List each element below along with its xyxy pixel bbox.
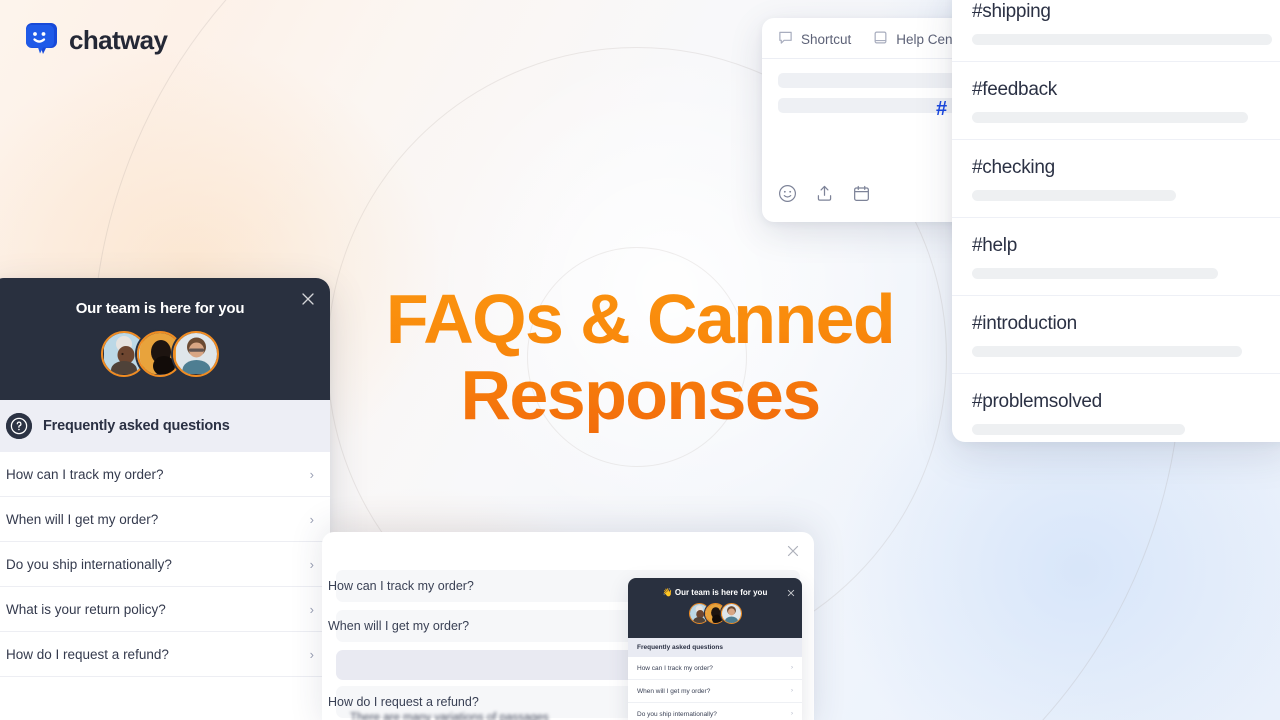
chat-bubble-smiley-icon <box>24 22 58 58</box>
canned-response-tag: #feedback <box>972 79 1057 100</box>
canned-response-body-placeholder <box>972 112 1248 123</box>
close-icon[interactable] <box>786 544 800 558</box>
brand-name: chatway <box>69 24 168 55</box>
close-icon[interactable] <box>787 584 795 597</box>
chat-widget-preview-title: 👋 Our team is here for you <box>662 588 768 597</box>
chat-widget-header: Our team is here for you <box>0 278 330 400</box>
faq-item-label: When will I get my order? <box>637 687 711 695</box>
team-avatars <box>0 331 330 377</box>
chevron-right-icon: › <box>309 556 314 572</box>
book-icon <box>873 30 888 48</box>
chevron-right-icon: › <box>309 646 314 662</box>
question-circle-icon <box>6 413 32 439</box>
faq-item-label: When will I get my order? <box>6 511 159 527</box>
canned-response-tag: #introduction <box>972 313 1077 334</box>
canned-response-body-placeholder <box>972 34 1272 45</box>
page-title: FAQs & Canned Responses <box>350 282 930 433</box>
calendar-icon[interactable] <box>852 184 871 208</box>
faq-list-item-preview[interactable]: How can I track my order? › <box>628 657 802 680</box>
faq-list-item[interactable]: Do you ship internationally? › <box>0 542 330 587</box>
team-avatars-preview <box>628 603 802 624</box>
faq-list-item-preview[interactable]: Do you ship internationally? › <box>628 703 802 720</box>
canned-response-item[interactable]: #shipping <box>952 0 1280 62</box>
faq-item-label: What is your return policy? <box>6 601 166 617</box>
canned-response-item[interactable]: #checking <box>952 140 1280 218</box>
chevron-right-icon: › <box>791 665 793 671</box>
faq-item-label: How can I track my order? <box>637 664 713 672</box>
composer-typed-row: # <box>778 98 954 119</box>
avatar <box>173 331 219 377</box>
page-title-line-2: Responses <box>460 355 820 434</box>
faq-item-label: How do I request a refund? <box>6 646 169 662</box>
faq-manager-row-label: How can I track my order? <box>328 579 474 593</box>
faq-item-label: Do you ship internationally? <box>6 556 172 572</box>
page-canvas: chatway FAQs & Canned Responses Shortcut <box>0 0 1280 720</box>
canned-response-item[interactable]: #introduction <box>952 296 1280 374</box>
close-icon[interactable] <box>300 291 316 307</box>
canned-responses-panel: #shipping #feedback #checking #help #int… <box>952 0 1280 442</box>
chevron-right-icon: › <box>791 711 793 717</box>
faq-manager-row-label: When will I get my order? <box>328 619 470 633</box>
canned-response-body-placeholder <box>972 346 1242 357</box>
hash-trigger-text: # <box>936 97 948 120</box>
chat-widget-title: Our team is here for you <box>75 300 245 317</box>
emoji-icon[interactable] <box>778 184 797 208</box>
canned-response-tag: #problemsolved <box>972 391 1102 412</box>
chat-widget-preview: 👋 Our team is here for you Frequently as… <box>628 578 802 720</box>
canned-response-body-placeholder <box>972 190 1176 201</box>
tab-shortcut-label: Shortcut <box>801 31 852 47</box>
faq-list-item-preview[interactable]: When will I get my order? › <box>628 680 802 703</box>
chevron-right-icon: › <box>309 511 314 527</box>
canned-response-item[interactable]: #problemsolved <box>952 374 1280 442</box>
faq-item-label: How can I track my order? <box>6 466 164 482</box>
chat-bubble-icon <box>778 30 793 48</box>
brand-logo[interactable]: chatway <box>24 22 168 58</box>
canned-response-tag: #help <box>972 235 1017 256</box>
faq-section-title: Frequently asked questions <box>43 418 230 434</box>
page-title-line-1: FAQs & Canned <box>385 280 895 358</box>
chat-widget: Our team is here for you Frequently aske… <box>0 278 330 720</box>
canned-response-body-placeholder <box>972 268 1218 279</box>
canned-response-body-placeholder <box>972 424 1185 435</box>
canned-response-tag: #checking <box>972 157 1055 178</box>
faq-manager-row-label: How do I request a refund? <box>328 695 479 709</box>
tab-shortcut[interactable]: Shortcut <box>778 30 851 48</box>
avatar <box>720 603 742 624</box>
faq-list-item[interactable]: What is your return policy? › <box>0 587 330 632</box>
chevron-right-icon: › <box>791 688 793 694</box>
chevron-right-icon: › <box>309 601 314 617</box>
faq-list-item[interactable]: How do I request a refund? › <box>0 632 330 677</box>
canned-response-item[interactable]: #feedback <box>952 62 1280 140</box>
upload-icon[interactable] <box>815 184 834 208</box>
chevron-right-icon: › <box>309 466 314 482</box>
composer-toolbar <box>778 184 871 208</box>
faq-manager-row-answer-preview: There are many variations of passages <box>350 712 549 720</box>
faq-section-title-preview: Frequently asked questions <box>628 638 802 657</box>
canned-response-item[interactable]: #help <box>952 218 1280 296</box>
faq-item-label: Do you ship internationally? <box>637 710 717 718</box>
faq-list-item[interactable]: When will I get my order? › <box>0 497 330 542</box>
canned-response-tag: #shipping <box>972 1 1051 22</box>
faq-list-item[interactable]: How can I track my order? › <box>0 452 330 497</box>
chat-widget-preview-header: 👋 Our team is here for you <box>628 578 802 638</box>
faq-section-header: Frequently asked questions <box>0 400 330 452</box>
